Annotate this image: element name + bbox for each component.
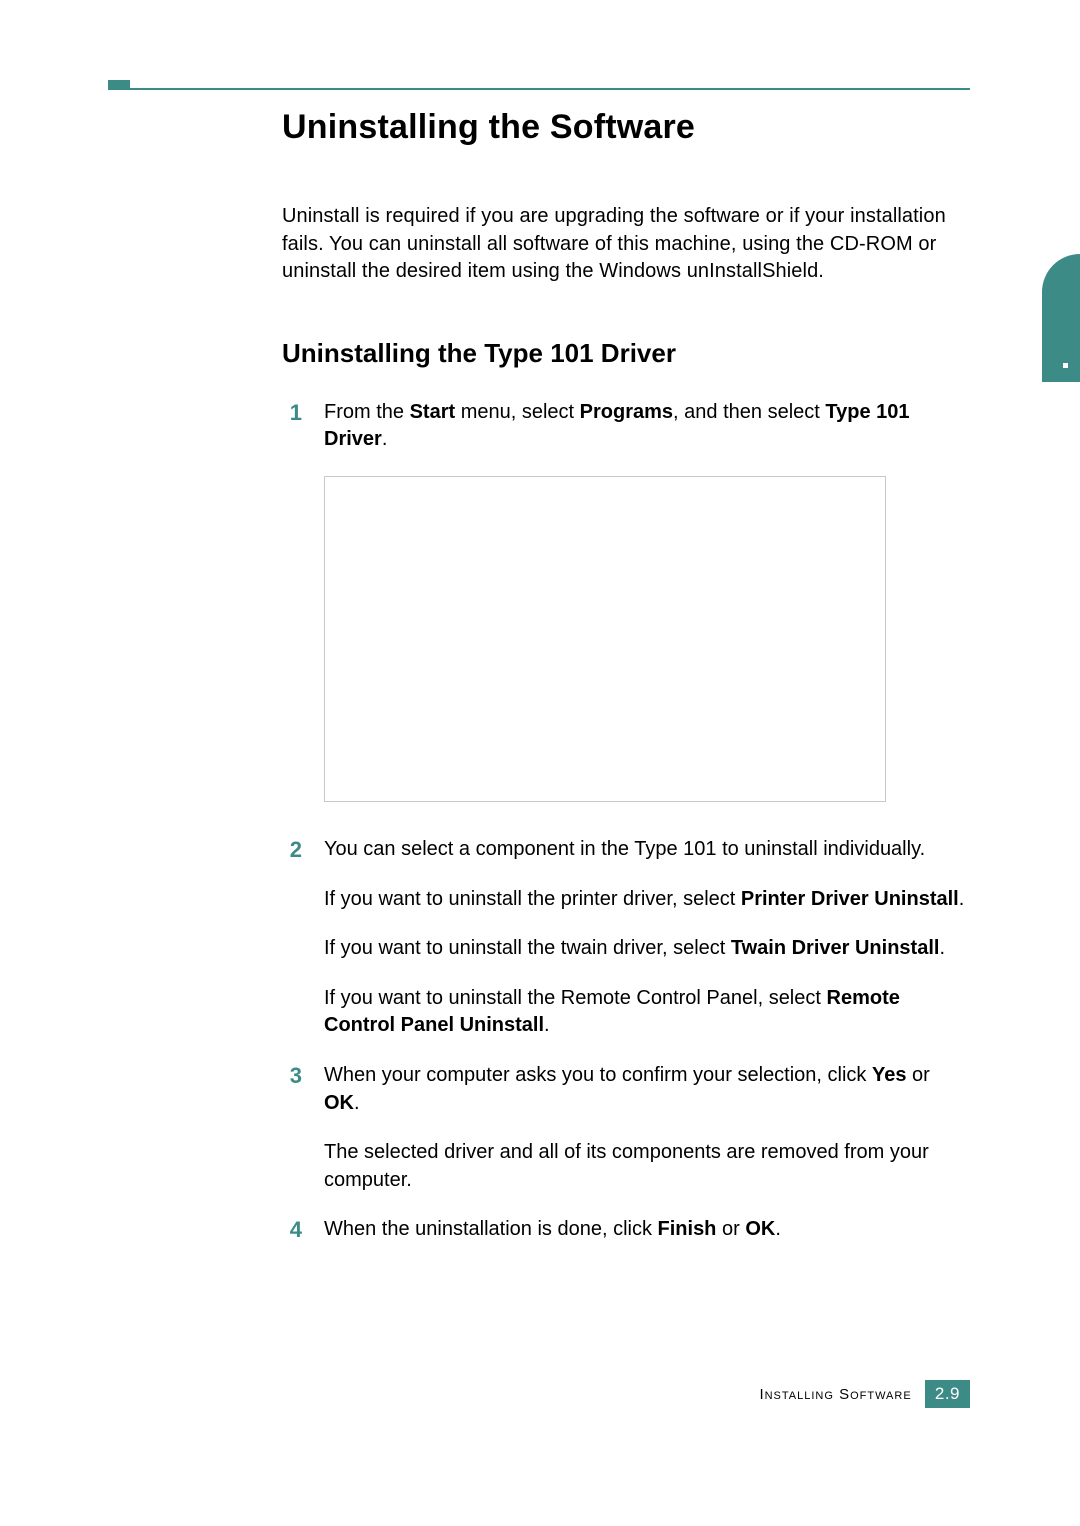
bold-programs: Programs [580, 401, 673, 423]
step-body: From the Start menu, select Programs, an… [324, 399, 970, 814]
step-text: If you want to uninstall the Remote Cont… [324, 985, 970, 1040]
step-text: If you want to uninstall the printer dri… [324, 886, 970, 914]
step-body: When your computer asks you to confirm y… [324, 1062, 970, 1194]
bold-yes: Yes [872, 1064, 906, 1086]
footer-section-label: Installing Software [759, 1386, 919, 1403]
step-number: 1 [282, 399, 302, 814]
section-subtitle: Uninstalling the Type 101 Driver [282, 338, 970, 369]
step-number: 4 [282, 1216, 302, 1245]
text: If you want to uninstall the twain drive… [324, 937, 731, 959]
text: or [716, 1218, 745, 1240]
step-number: 3 [282, 1062, 302, 1194]
step-text: If you want to uninstall the twain drive… [324, 935, 970, 963]
step-2: 2 You can select a component in the Type… [282, 836, 970, 1040]
text: From the [324, 401, 410, 423]
footer: Installing Software 2.9 [0, 1380, 970, 1408]
text: When the uninstallation is done, click [324, 1218, 658, 1240]
text: menu, select [455, 401, 580, 423]
step-text: You can select a component in the Type 1… [324, 836, 970, 864]
text: . [544, 1014, 550, 1036]
content-area: Uninstalling the Software Uninstall is r… [282, 108, 970, 1267]
text: . [959, 888, 965, 910]
step-3: 3 When your computer asks you to confirm… [282, 1062, 970, 1194]
bold-start: Start [410, 401, 456, 423]
text: . [354, 1092, 360, 1114]
header-rule [108, 88, 970, 90]
step-4: 4 When the uninstallation is done, click… [282, 1216, 970, 1245]
text: When your computer asks you to confirm y… [324, 1064, 872, 1086]
bold-finish: Finish [658, 1218, 717, 1240]
step-text: The selected driver and all of its compo… [324, 1139, 970, 1194]
step-body: When the uninstallation is done, click F… [324, 1216, 970, 1245]
text: . [382, 428, 388, 450]
bold-ok: OK [745, 1218, 775, 1240]
page-title: Uninstalling the Software [282, 108, 970, 147]
text: or [906, 1064, 929, 1086]
step-text: From the Start menu, select Programs, an… [324, 399, 970, 454]
footer-page-number: 2.9 [925, 1380, 970, 1408]
screenshot-placeholder [324, 476, 886, 802]
step-body: You can select a component in the Type 1… [324, 836, 970, 1040]
bold-printer-uninstall: Printer Driver Uninstall [741, 888, 959, 910]
step-text: When your computer asks you to confirm y… [324, 1062, 970, 1117]
text: If you want to uninstall the printer dri… [324, 888, 741, 910]
step-number: 2 [282, 836, 302, 1040]
text: If you want to uninstall the Remote Cont… [324, 987, 827, 1009]
bold-ok: OK [324, 1092, 354, 1114]
step-text: When the uninstallation is done, click F… [324, 1216, 970, 1244]
bold-twain-uninstall: Twain Driver Uninstall [731, 937, 940, 959]
text: . [775, 1218, 781, 1240]
text: . [939, 937, 945, 959]
side-tab-marker [1063, 363, 1068, 368]
step-1: 1 From the Start menu, select Programs, … [282, 399, 970, 814]
intro-paragraph: Uninstall is required if you are upgradi… [282, 203, 970, 286]
text: , and then select [673, 401, 825, 423]
document-page: Uninstalling the Software Uninstall is r… [0, 0, 1080, 1526]
section-side-tab [1042, 254, 1080, 382]
